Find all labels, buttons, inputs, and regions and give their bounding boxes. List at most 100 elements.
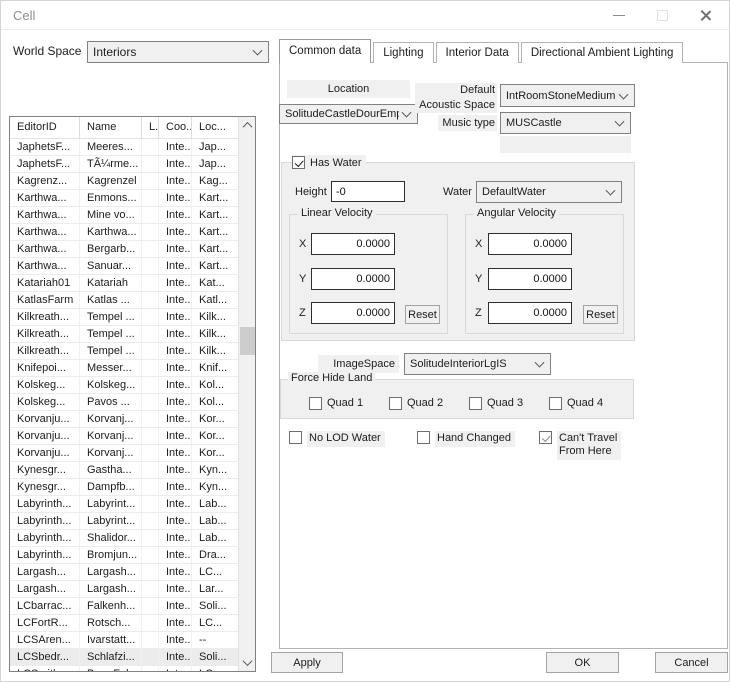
table-row[interactable]: Labyrinth...Bromjun...Inte...Dra...	[10, 547, 238, 564]
height-label: Height	[293, 186, 329, 198]
linear-y-input[interactable]	[311, 268, 395, 290]
tab-interior-data[interactable]: Interior Data	[436, 42, 519, 63]
table-row[interactable]: Korvanju...Korvanj...Inte...Kor...	[10, 411, 238, 428]
quad-4-checkbox-row[interactable]: Quad 4	[549, 396, 607, 410]
cell-list-scrollbar[interactable]	[238, 117, 255, 671]
table-row[interactable]: KatlasFarmKatlas ...Inte...Katl...	[10, 292, 238, 309]
table-cell	[142, 530, 159, 547]
table-row[interactable]: Karthwa...Mine vo...Inte...Kart...	[10, 207, 238, 224]
table-row[interactable]: Katariah01KatariahInte...Kat...	[10, 275, 238, 292]
table-cell	[142, 479, 159, 496]
table-row[interactable]: Kilkreath...Tempel ...Inte...Kilk...	[10, 309, 238, 326]
table-row[interactable]: Kilkreath...Tempel ...Inte...Kilk...	[10, 343, 238, 360]
quad-1-checkbox[interactable]	[309, 397, 322, 410]
table-row[interactable]: LCbarrac...Falkenh...Inte...Soli...	[10, 598, 238, 615]
music-type-select[interactable]: MUSCastle	[500, 112, 631, 134]
table-row[interactable]: Kolskeg...Kolskeg...Inte...Kol...	[10, 377, 238, 394]
quad-4-checkbox[interactable]	[549, 397, 562, 410]
table-row[interactable]: Labyrinth...Shalidor...Inte...Lab...	[10, 530, 238, 547]
table-row[interactable]: Kynesgr...Gastha...Inte...Kyn...	[10, 462, 238, 479]
column-header-l[interactable]: L.	[142, 117, 159, 139]
chevron-down-icon	[532, 354, 550, 374]
location-label: Location	[287, 80, 410, 98]
tab-lighting[interactable]: Lighting	[373, 42, 433, 63]
table-cell: Lar...	[192, 581, 238, 598]
column-header-editorid[interactable]: EditorID	[10, 117, 80, 139]
table-row[interactable]: LCSmith...Bren Fal...Inte...LC...	[10, 666, 238, 671]
has-water-checkbox-row[interactable]: Has Water	[292, 155, 366, 170]
acoustic-space-select[interactable]: IntRoomStoneMedium	[500, 84, 635, 107]
table-row[interactable]: Korvanju...Korvanj...Inte...Kor...	[10, 445, 238, 462]
table-row[interactable]: Kilkreath...Tempel ...Inte...Kilk...	[10, 326, 238, 343]
angular-y-input[interactable]	[488, 268, 572, 290]
quad-3-checkbox[interactable]	[469, 397, 482, 410]
table-row[interactable]: Labyrinth...Labyrint...Inte...Lab...	[10, 496, 238, 513]
maximize-button[interactable]	[642, 1, 682, 29]
table-cell: Labyrinth...	[10, 496, 80, 513]
table-cell: Korvanju...	[10, 445, 80, 462]
table-row[interactable]: Kagrenz...KagrenzelInte...Kag...	[10, 173, 238, 190]
table-row[interactable]: Karthwa...Sanuar...Inte...Kart...	[10, 258, 238, 275]
hand-changed-checkbox-row[interactable]: Hand Changed	[417, 431, 515, 447]
table-cell	[142, 547, 159, 564]
tab-common-data[interactable]: Common data	[279, 39, 371, 63]
angular-reset-button[interactable]: Reset	[583, 305, 618, 324]
quad-2-checkbox[interactable]	[389, 397, 402, 410]
quad-3-checkbox-row[interactable]: Quad 3	[469, 396, 527, 410]
height-input[interactable]	[331, 181, 405, 202]
table-cell	[142, 462, 159, 479]
table-row[interactable]: Kynesgr...Dampfb...Inte...Kyn...	[10, 479, 238, 496]
location-select[interactable]: SolitudeCastleDourEmp	[279, 104, 418, 124]
column-header-loc[interactable]: Loc...	[192, 117, 238, 139]
column-header-name[interactable]: Name	[80, 117, 142, 139]
table-row[interactable]: Labyrinth...Labyrint...Inte...Lab...	[10, 513, 238, 530]
scrollbar-thumb[interactable]	[240, 327, 255, 355]
water-select[interactable]: DefaultWater	[476, 181, 622, 203]
quad-2-checkbox-row[interactable]: Quad 2	[389, 396, 447, 410]
tab-directional-ambient-lighting[interactable]: Directional Ambient Lighting	[521, 42, 684, 63]
table-cell: Schlafzi...	[80, 649, 142, 666]
cant-travel-checkbox[interactable]	[539, 431, 552, 444]
table-cell: Inte...	[159, 343, 192, 360]
chevron-down-icon	[612, 113, 630, 133]
minimize-button[interactable]	[599, 1, 639, 29]
cant-travel-checkbox-row[interactable]: Can't Travel From Here	[539, 431, 621, 460]
quad-1-checkbox-row[interactable]: Quad 1	[309, 396, 367, 410]
acoustic-space-value: IntRoomStoneMedium	[506, 90, 616, 102]
table-row[interactable]: JaphetsF...Meeres...Inte...Jap...	[10, 139, 238, 156]
table-row[interactable]: LCSAren...Ivarstatt...Inte...--	[10, 632, 238, 649]
no-lod-water-checkbox[interactable]	[289, 431, 302, 444]
table-row[interactable]: LCFortR...Rotsch...Inte...LC...	[10, 615, 238, 632]
table-cell: Korvanju...	[10, 411, 80, 428]
music-type-value: MUSCastle	[506, 117, 612, 129]
column-header-coo[interactable]: Coo...	[159, 117, 192, 139]
table-row[interactable]: Korvanju...Korvanj...Inte...Kor...	[10, 428, 238, 445]
world-space-select[interactable]: Interiors	[87, 41, 269, 63]
table-row[interactable]: Karthwa...Karthwa...Inte...Kart...	[10, 224, 238, 241]
table-row[interactable]: Largash...Largash...Inte...Lar...	[10, 581, 238, 598]
table-row[interactable]: LCSbedr...Schlafzi...Inte...Soli...	[10, 649, 238, 666]
table-row[interactable]: Karthwa...Bergarb...Inte...Kart...	[10, 241, 238, 258]
angular-z-input[interactable]	[488, 302, 572, 324]
table-row[interactable]: Knifepoi...Messer...Inte...Knif...	[10, 360, 238, 377]
cancel-button[interactable]: Cancel	[655, 652, 728, 673]
table-cell	[142, 343, 159, 360]
scroll-down-button[interactable]	[239, 654, 256, 671]
has-water-checkbox[interactable]	[292, 156, 305, 169]
table-row[interactable]: Kolskeg...Pavos ...Inte...Kol...	[10, 394, 238, 411]
ok-button[interactable]: OK	[546, 652, 619, 673]
no-lod-water-checkbox-row[interactable]: No LOD Water	[289, 431, 385, 447]
apply-button[interactable]: Apply	[271, 652, 343, 673]
linear-reset-button[interactable]: Reset	[405, 305, 440, 324]
angular-x-input[interactable]	[488, 233, 572, 255]
table-row[interactable]: JaphetsF...TÃ¼rme...Inte...Jap...	[10, 156, 238, 173]
table-row[interactable]: Largash...Largash...Inte...LC...	[10, 564, 238, 581]
imagespace-select[interactable]: SolitudeInteriorLgIS	[404, 353, 551, 375]
scroll-up-button[interactable]	[239, 117, 256, 134]
table-cell: Karthwa...	[10, 224, 80, 241]
linear-x-input[interactable]	[311, 233, 395, 255]
linear-z-input[interactable]	[311, 302, 395, 324]
table-row[interactable]: Karthwa...Enmons...Inte...Kart...	[10, 190, 238, 207]
hand-changed-checkbox[interactable]	[417, 431, 430, 444]
close-button[interactable]	[685, 1, 725, 29]
